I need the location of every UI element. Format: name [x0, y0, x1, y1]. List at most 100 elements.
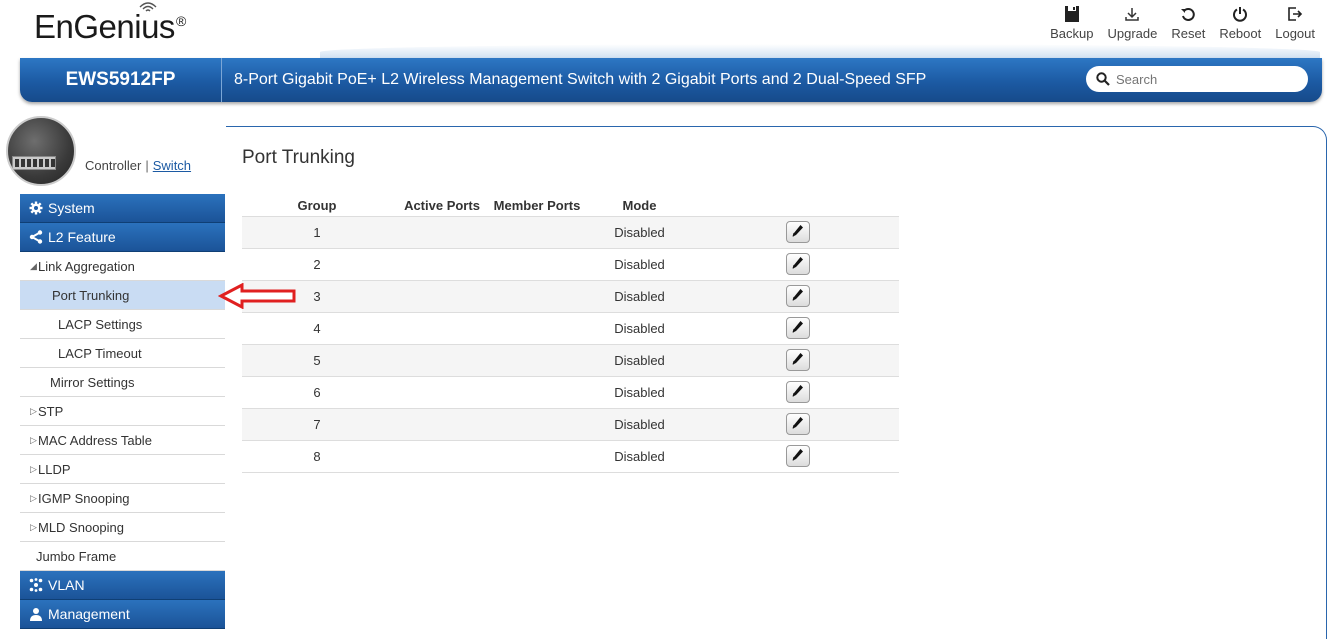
sidebar-item-mld-snooping[interactable]: ▷ MLD Snooping	[20, 513, 225, 542]
sidebar-item-lacp-timeout[interactable]: LACP Timeout	[20, 339, 225, 368]
column-header-edit	[697, 195, 899, 217]
save-icon	[1062, 4, 1082, 24]
device-model: EWS5912FP	[20, 58, 222, 102]
sidebar-item-port-trunking[interactable]: Port Trunking	[20, 281, 225, 310]
edit-button[interactable]	[786, 285, 810, 307]
page-title: Port Trunking	[242, 147, 355, 168]
share-icon	[28, 229, 44, 245]
sidebar-section-l2-feature[interactable]: L2 Feature	[20, 223, 225, 252]
search-icon	[1096, 72, 1110, 86]
sidebar-item-label: STP	[38, 403, 64, 419]
search-box[interactable]	[1086, 66, 1308, 92]
edit-button[interactable]	[786, 221, 810, 243]
cell-group: 1	[242, 216, 392, 249]
cell-group: 8	[242, 440, 392, 473]
cell-edit	[697, 248, 899, 281]
engenius-logo: EnGenius®	[34, 8, 186, 45]
column-header-mode: Mode	[582, 195, 697, 217]
table-row: 4 Disabled	[242, 312, 899, 345]
port-trunking-table: Group Active Ports Member Ports Mode 1 Di…	[242, 195, 899, 473]
cell-active-ports	[392, 312, 492, 345]
sidebar-section-label: Management	[48, 606, 130, 622]
cell-group: 5	[242, 344, 392, 377]
network-icon	[28, 577, 44, 593]
upgrade-button[interactable]: Upgrade	[1107, 4, 1157, 41]
pencil-icon	[792, 416, 804, 433]
pencil-icon	[792, 352, 804, 369]
sidebar-item-label: Port Trunking	[52, 287, 130, 303]
sidebar-section-vlan[interactable]: VLAN	[20, 571, 225, 600]
pencil-icon	[792, 256, 804, 273]
sidebar-item-label: MLD Snooping	[38, 519, 124, 535]
sidebar-item-label: LLDP	[38, 461, 71, 477]
sidebar-section-label: System	[48, 200, 95, 216]
logout-button[interactable]: Logout	[1275, 4, 1315, 41]
sidebar-item-igmp-snooping[interactable]: ▷ IGMP Snooping	[20, 484, 225, 513]
sidebar-nav: System L2 Feature ◢ Link Aggregation Por…	[20, 194, 225, 629]
table-row: 3 Disabled	[242, 280, 899, 313]
sidebar-item-link-aggregation[interactable]: ◢ Link Aggregation	[20, 252, 225, 281]
cell-group: 7	[242, 408, 392, 441]
cell-member-ports	[492, 408, 582, 441]
sidebar-item-label: Jumbo Frame	[36, 548, 117, 564]
sidebar-section-system[interactable]: System	[20, 194, 225, 223]
reboot-button[interactable]: Reboot	[1219, 4, 1261, 41]
collapsed-icon: ▷	[30, 463, 37, 474]
logout-label: Logout	[1275, 26, 1315, 41]
pencil-icon	[792, 384, 804, 401]
sidebar-section-label: VLAN	[48, 577, 85, 593]
cell-edit	[697, 280, 899, 313]
edit-button[interactable]	[786, 253, 810, 275]
cell-member-ports	[492, 216, 582, 249]
cell-mode: Disabled	[582, 408, 697, 441]
cell-mode: Disabled	[582, 344, 697, 377]
cell-edit	[697, 376, 899, 409]
cell-group: 4	[242, 312, 392, 345]
table-row: 2 Disabled	[242, 248, 899, 281]
reset-label: Reset	[1171, 26, 1206, 41]
search-input[interactable]	[1116, 71, 1296, 87]
sidebar-item-lacp-settings[interactable]: LACP Settings	[20, 310, 225, 339]
edit-button[interactable]	[786, 381, 810, 403]
cell-active-ports	[392, 248, 492, 281]
table-row: 6 Disabled	[242, 376, 899, 409]
cell-mode: Disabled	[582, 440, 697, 473]
cell-edit	[697, 440, 899, 473]
sidebar-section-management[interactable]: Management	[20, 600, 225, 629]
controller-link[interactable]: Controller	[85, 158, 141, 173]
cell-member-ports	[492, 440, 582, 473]
edit-button[interactable]	[786, 349, 810, 371]
user-icon	[28, 606, 44, 622]
cell-active-ports	[392, 280, 492, 313]
sidebar-item-mirror-settings[interactable]: Mirror Settings	[20, 368, 225, 397]
column-header-active-ports: Active Ports	[392, 195, 492, 217]
upgrade-label: Upgrade	[1107, 26, 1158, 41]
header-toolbar: Backup Upgrade Reset Reboot Logout	[1050, 4, 1315, 41]
cell-member-ports	[492, 312, 582, 345]
switch-link[interactable]: Switch	[153, 158, 191, 173]
column-header-member-ports: Member Ports	[492, 195, 582, 217]
cell-active-ports	[392, 376, 492, 409]
cell-edit	[697, 312, 899, 345]
backup-button[interactable]: Backup	[1050, 4, 1093, 41]
pencil-icon	[792, 288, 804, 305]
sidebar-item-jumbo-frame[interactable]: Jumbo Frame	[20, 542, 225, 571]
sidebar-section-label: L2 Feature	[48, 229, 116, 245]
sidebar-item-mac-address-table[interactable]: ▷ MAC Address Table	[20, 426, 225, 455]
edit-button[interactable]	[786, 413, 810, 435]
table-row: 1 Disabled	[242, 216, 899, 249]
edit-button[interactable]	[786, 317, 810, 339]
collapsed-icon: ▷	[30, 434, 37, 445]
cell-group: 2	[242, 248, 392, 281]
gear-icon	[28, 200, 44, 216]
upload-icon	[1122, 4, 1142, 24]
sidebar-item-lldp[interactable]: ▷ LLDP	[20, 455, 225, 484]
cell-member-ports	[492, 376, 582, 409]
pencil-icon	[792, 448, 804, 465]
sidebar-item-stp[interactable]: ▷ STP	[20, 397, 225, 426]
cell-mode: Disabled	[582, 248, 697, 281]
expanded-icon: ◢	[30, 260, 37, 271]
sidebar-item-label: MAC Address Table	[38, 432, 152, 448]
edit-button[interactable]	[786, 445, 810, 467]
reset-button[interactable]: Reset	[1171, 4, 1205, 41]
